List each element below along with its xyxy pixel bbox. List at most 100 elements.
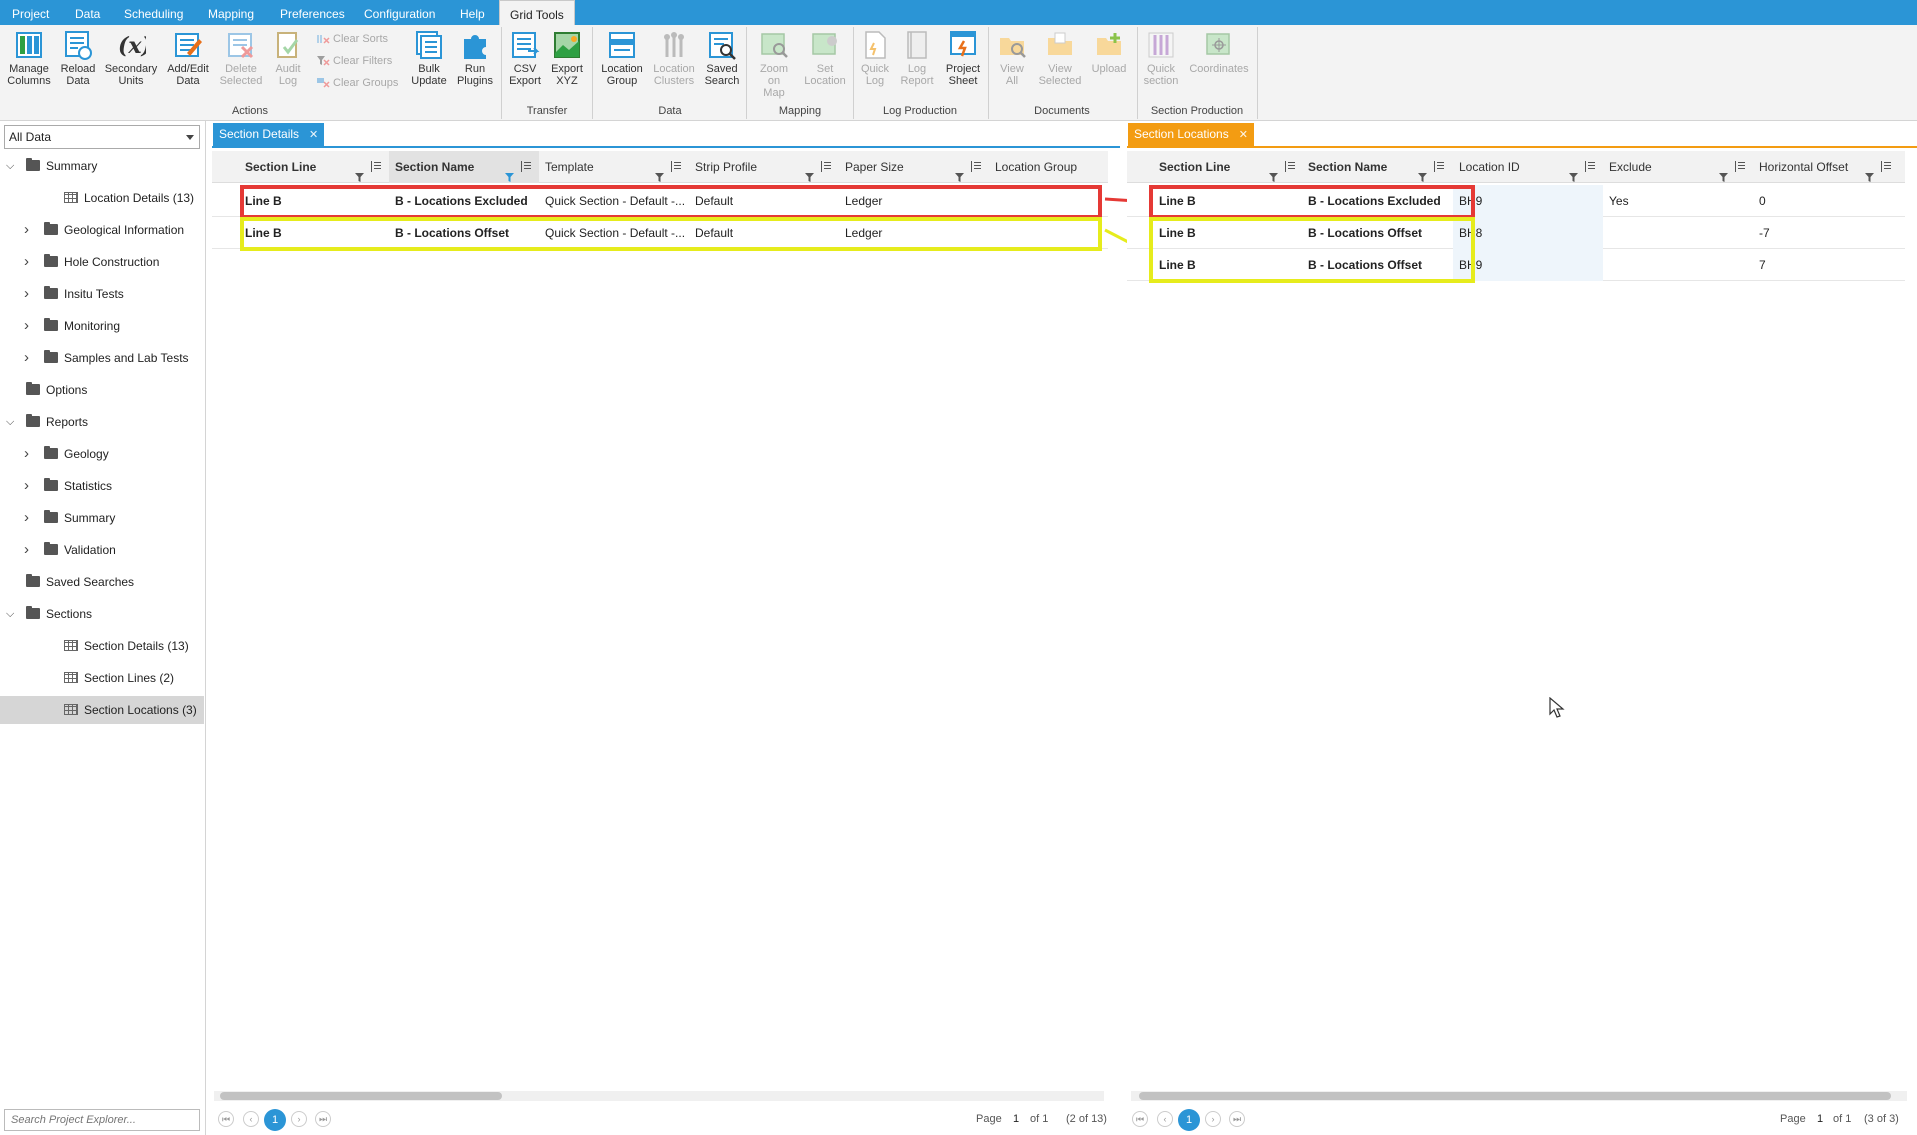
- tree-item[interactable]: › Geological Information: [0, 216, 204, 244]
- column-header[interactable]: Strip Profile: [689, 151, 839, 183]
- upload-button[interactable]: Upload: [1082, 29, 1136, 75]
- explorer-search-input[interactable]: [4, 1109, 200, 1131]
- column-header[interactable]: Section Name: [1302, 151, 1452, 183]
- chevron-right-icon[interactable]: ›: [24, 344, 36, 372]
- filter-icon[interactable]: [655, 162, 664, 182]
- clear-groups-button[interactable]: Clear Groups: [316, 77, 398, 89]
- tree-item[interactable]: Section Details (13): [0, 632, 204, 660]
- column-header[interactable]: Exclude: [1603, 151, 1753, 183]
- column-header[interactable]: Section Name: [389, 151, 539, 183]
- next-page-button[interactable]: ›: [1205, 1111, 1221, 1127]
- next-page-button[interactable]: ›: [291, 1111, 307, 1127]
- horizontal-scrollbar[interactable]: [214, 1091, 1104, 1101]
- data-filter-dropdown[interactable]: All Data: [4, 125, 200, 149]
- menu-mapping[interactable]: Mapping: [208, 0, 254, 25]
- first-page-button[interactable]: ⏮: [1132, 1111, 1148, 1127]
- column-menu-icon[interactable]: [521, 161, 531, 172]
- horizontal-scrollbar[interactable]: [1131, 1091, 1907, 1101]
- add-edit-data-button[interactable]: Add/Edit Data: [160, 29, 216, 87]
- last-page-button[interactable]: ⏭: [315, 1111, 331, 1127]
- tree-item[interactable]: ⌵ Summary: [0, 152, 204, 180]
- column-menu-icon[interactable]: [371, 161, 381, 172]
- reload-data-button[interactable]: Reload Data: [50, 29, 106, 87]
- current-page-button[interactable]: 1: [1178, 1109, 1200, 1131]
- filter-icon[interactable]: [1269, 162, 1278, 182]
- filter-icon[interactable]: [1569, 162, 1578, 182]
- filter-icon[interactable]: [1418, 162, 1427, 182]
- tab-section-details[interactable]: Section Details ✕: [213, 123, 325, 146]
- column-menu-icon[interactable]: [1434, 161, 1444, 172]
- audit-log-button[interactable]: Audit Log: [261, 29, 315, 87]
- first-page-button[interactable]: ⏮: [218, 1111, 234, 1127]
- menu-data[interactable]: Data: [75, 0, 100, 25]
- chevron-right-icon[interactable]: ›: [24, 536, 36, 564]
- column-header[interactable]: Location ID: [1453, 151, 1603, 183]
- filter-icon[interactable]: [805, 162, 814, 182]
- filter-icon[interactable]: [1865, 162, 1874, 182]
- close-icon[interactable]: ✕: [1239, 129, 1248, 141]
- chevron-right-icon[interactable]: ›: [24, 312, 36, 340]
- tree-item[interactable]: › Insitu Tests: [0, 280, 204, 308]
- close-icon[interactable]: ✕: [309, 129, 318, 141]
- column-header[interactable]: Horizontal Offset: [1753, 151, 1899, 183]
- menu-preferences[interactable]: Preferences: [280, 0, 345, 25]
- column-menu-icon[interactable]: [671, 161, 681, 172]
- tree-item[interactable]: › Validation: [0, 536, 204, 564]
- column-header[interactable]: Template: [539, 151, 689, 183]
- column-header[interactable]: Location Group: [989, 151, 1102, 183]
- chevron-right-icon[interactable]: ›: [24, 216, 36, 244]
- tab-section-locations[interactable]: Section Locations ✕: [1128, 123, 1254, 146]
- chevron-right-icon[interactable]: ›: [24, 504, 36, 532]
- filter-icon[interactable]: [355, 162, 364, 182]
- menu-project[interactable]: Project: [12, 0, 49, 25]
- export-xyz-button[interactable]: Export XYZ: [540, 29, 594, 87]
- column-header[interactable]: Section Line: [1153, 151, 1303, 183]
- tree-item[interactable]: › Samples and Lab Tests: [0, 344, 204, 372]
- filter-icon[interactable]: [955, 162, 964, 182]
- tree-item[interactable]: Location Details (13): [0, 184, 204, 212]
- scrollbar-thumb[interactable]: [1139, 1092, 1891, 1100]
- tree-item[interactable]: › Geology: [0, 440, 204, 468]
- column-menu-icon[interactable]: [971, 161, 981, 172]
- zoom-on-map-button[interactable]: Zoom on Map: [747, 29, 801, 99]
- set-location-button[interactable]: Set Location: [797, 29, 853, 87]
- chevron-down-icon[interactable]: ⌵: [6, 408, 18, 436]
- tree-item[interactable]: › Hole Construction: [0, 248, 204, 276]
- chevron-right-icon[interactable]: ›: [24, 248, 36, 276]
- chevron-down-icon[interactable]: ⌵: [6, 152, 18, 180]
- column-header[interactable]: Section Line: [239, 151, 389, 183]
- saved-search-button[interactable]: Saved Search: [694, 29, 750, 87]
- tree-item[interactable]: Options: [0, 376, 204, 404]
- last-page-button[interactable]: ⏭: [1229, 1111, 1245, 1127]
- menu-scheduling[interactable]: Scheduling: [124, 0, 183, 25]
- column-menu-icon[interactable]: [1585, 161, 1595, 172]
- prev-page-button[interactable]: ‹: [1157, 1111, 1173, 1127]
- clear-filters-button[interactable]: Clear Filters: [316, 55, 392, 67]
- secondary-units-button[interactable]: (x) SecondaryUnits: [103, 29, 159, 87]
- filter-icon[interactable]: [1719, 162, 1728, 182]
- tree-item[interactable]: Saved Searches: [0, 568, 204, 596]
- chevron-right-icon[interactable]: ›: [24, 472, 36, 500]
- clear-sorts-button[interactable]: Clear Sorts: [316, 33, 388, 45]
- manage-columns-button[interactable]: Manage Columns: [1, 29, 57, 87]
- prev-page-button[interactable]: ‹: [243, 1111, 259, 1127]
- run-plugins-button[interactable]: Run Plugins: [446, 29, 504, 87]
- menu-help[interactable]: Help: [460, 0, 485, 25]
- menu-configuration[interactable]: Configuration: [364, 0, 435, 25]
- view-selected-button[interactable]: View Selected: [1031, 29, 1089, 87]
- filter-icon[interactable]: [505, 162, 514, 182]
- project-sheet-button[interactable]: Project Sheet: [935, 29, 991, 87]
- scrollbar-thumb[interactable]: [220, 1092, 502, 1100]
- quick-section-button[interactable]: Quick section: [1133, 29, 1189, 87]
- tree-item[interactable]: › Statistics: [0, 472, 204, 500]
- tree-item[interactable]: Section Locations (3): [0, 696, 204, 724]
- tree-item[interactable]: ⌵ Reports: [0, 408, 204, 436]
- location-group-button[interactable]: Location Group: [594, 29, 650, 87]
- tree-item[interactable]: › Summary: [0, 504, 204, 532]
- tree-item[interactable]: › Monitoring: [0, 312, 204, 340]
- column-header[interactable]: Paper Size: [839, 151, 989, 183]
- coordinates-button[interactable]: Coordinates: [1186, 29, 1252, 75]
- column-menu-icon[interactable]: [821, 161, 831, 172]
- tree-item[interactable]: ⌵ Sections: [0, 600, 204, 628]
- chevron-right-icon[interactable]: ›: [24, 440, 36, 468]
